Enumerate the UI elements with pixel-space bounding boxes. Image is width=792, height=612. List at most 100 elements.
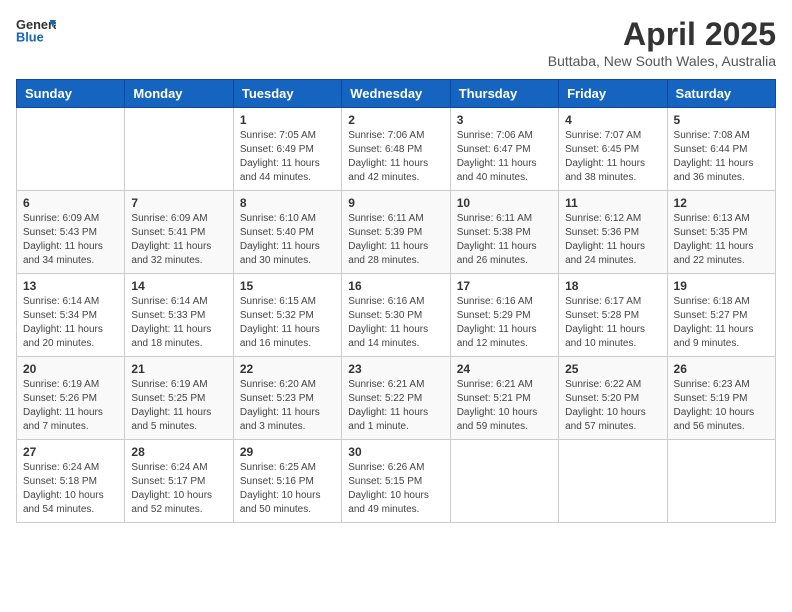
day-info: Sunrise: 6:21 AM Sunset: 5:22 PM Dayligh… <box>348 378 443 434</box>
day-number: 23 <box>348 362 443 376</box>
day-number: 25 <box>565 362 660 376</box>
svg-text:Blue: Blue <box>16 30 44 44</box>
day-info: Sunrise: 6:19 AM Sunset: 5:25 PM Dayligh… <box>131 378 226 434</box>
day-info: Sunrise: 6:10 AM Sunset: 5:40 PM Dayligh… <box>240 212 335 268</box>
day-info: Sunrise: 7:07 AM Sunset: 6:45 PM Dayligh… <box>565 129 660 185</box>
calendar-cell: 25 Sunrise: 6:22 AM Sunset: 5:20 PM Dayli… <box>559 357 667 440</box>
calendar-cell: 8 Sunrise: 6:10 AM Sunset: 5:40 PM Daylig… <box>233 191 341 274</box>
day-info: Sunrise: 6:26 AM Sunset: 5:15 PM Dayligh… <box>348 461 443 517</box>
day-number: 28 <box>131 445 226 459</box>
day-info: Sunrise: 6:23 AM Sunset: 5:19 PM Dayligh… <box>674 378 769 434</box>
day-info: Sunrise: 6:24 AM Sunset: 5:17 PM Dayligh… <box>131 461 226 517</box>
calendar-cell: 7Sunrise: 6:09 AM Sunset: 5:41 PM Daylig… <box>125 191 233 274</box>
day-number: 15 <box>240 279 335 293</box>
calendar-table: SundayMondayTuesdayWednesdayThursdayFrid… <box>16 79 776 523</box>
day-info: Sunrise: 7:05 AM Sunset: 6:49 PM Dayligh… <box>240 129 335 185</box>
calendar-cell: 11 Sunrise: 6:12 AM Sunset: 5:36 PM Dayli… <box>559 191 667 274</box>
calendar-week-row: 6Sunrise: 6:09 AM Sunset: 5:43 PM Daylig… <box>17 191 776 274</box>
day-number: 13 <box>23 279 118 293</box>
day-info: Sunrise: 6:22 AM Sunset: 5:20 PM Dayligh… <box>565 378 660 434</box>
calendar-cell: 27Sunrise: 6:24 AM Sunset: 5:18 PM Dayli… <box>17 440 125 523</box>
day-number: 8 <box>240 196 335 210</box>
calendar-week-row: 13 Sunrise: 6:14 AM Sunset: 5:34 PM Dayli… <box>17 274 776 357</box>
calendar-cell: 14 Sunrise: 6:14 AM Sunset: 5:33 PM Dayli… <box>125 274 233 357</box>
day-number: 1 <box>240 113 335 127</box>
calendar-cell: 26 Sunrise: 6:23 AM Sunset: 5:19 PM Dayli… <box>667 357 775 440</box>
day-info: Sunrise: 6:12 AM Sunset: 5:36 PM Dayligh… <box>565 212 660 268</box>
logo-icon: General Blue <box>16 16 56 44</box>
calendar-cell: 23 Sunrise: 6:21 AM Sunset: 5:22 PM Dayli… <box>342 357 450 440</box>
day-info: Sunrise: 6:20 AM Sunset: 5:23 PM Dayligh… <box>240 378 335 434</box>
calendar-header-row: SundayMondayTuesdayWednesdayThursdayFrid… <box>17 80 776 108</box>
day-info: Sunrise: 7:06 AM Sunset: 6:47 PM Dayligh… <box>457 129 552 185</box>
calendar-cell: 13 Sunrise: 6:14 AM Sunset: 5:34 PM Dayli… <box>17 274 125 357</box>
day-info: Sunrise: 6:11 AM Sunset: 5:38 PM Dayligh… <box>457 212 552 268</box>
day-number: 7 <box>131 196 226 210</box>
calendar-cell: 6Sunrise: 6:09 AM Sunset: 5:43 PM Daylig… <box>17 191 125 274</box>
calendar-cell: 9 Sunrise: 6:11 AM Sunset: 5:39 PM Daylig… <box>342 191 450 274</box>
day-header-sunday: Sunday <box>17 80 125 108</box>
day-number: 22 <box>240 362 335 376</box>
day-number: 30 <box>348 445 443 459</box>
day-info: Sunrise: 7:08 AM Sunset: 6:44 PM Dayligh… <box>674 129 769 185</box>
day-number: 18 <box>565 279 660 293</box>
day-number: 5 <box>674 113 769 127</box>
day-number: 20 <box>23 362 118 376</box>
day-number: 6 <box>23 196 118 210</box>
day-number: 11 <box>565 196 660 210</box>
calendar-cell: 29Sunrise: 6:25 AM Sunset: 5:16 PM Dayli… <box>233 440 341 523</box>
calendar-cell: 19 Sunrise: 6:18 AM Sunset: 5:27 PM Dayli… <box>667 274 775 357</box>
calendar-cell: 10 Sunrise: 6:11 AM Sunset: 5:38 PM Dayli… <box>450 191 558 274</box>
calendar-week-row: 27Sunrise: 6:24 AM Sunset: 5:18 PM Dayli… <box>17 440 776 523</box>
month-year: April 2025 <box>548 16 776 53</box>
day-header-saturday: Saturday <box>667 80 775 108</box>
day-number: 4 <box>565 113 660 127</box>
day-number: 2 <box>348 113 443 127</box>
day-info: Sunrise: 6:19 AM Sunset: 5:26 PM Dayligh… <box>23 378 118 434</box>
day-number: 9 <box>348 196 443 210</box>
day-number: 26 <box>674 362 769 376</box>
day-header-tuesday: Tuesday <box>233 80 341 108</box>
day-number: 12 <box>674 196 769 210</box>
calendar-cell: 28 Sunrise: 6:24 AM Sunset: 5:17 PM Dayli… <box>125 440 233 523</box>
day-header-monday: Monday <box>125 80 233 108</box>
day-info: Sunrise: 6:21 AM Sunset: 5:21 PM Dayligh… <box>457 378 552 434</box>
day-info: Sunrise: 6:14 AM Sunset: 5:34 PM Dayligh… <box>23 295 118 351</box>
calendar-cell <box>667 440 775 523</box>
page-header: General Blue April 2025 Buttaba, New Sou… <box>16 16 776 69</box>
day-info: Sunrise: 6:18 AM Sunset: 5:27 PM Dayligh… <box>674 295 769 351</box>
day-header-wednesday: Wednesday <box>342 80 450 108</box>
day-number: 19 <box>674 279 769 293</box>
calendar-cell: 24 Sunrise: 6:21 AM Sunset: 5:21 PM Dayli… <box>450 357 558 440</box>
calendar-cell: 18 Sunrise: 6:17 AM Sunset: 5:28 PM Dayli… <box>559 274 667 357</box>
day-number: 24 <box>457 362 552 376</box>
day-number: 17 <box>457 279 552 293</box>
day-info: Sunrise: 6:25 AM Sunset: 5:16 PM Dayligh… <box>240 461 335 517</box>
day-number: 14 <box>131 279 226 293</box>
day-info: Sunrise: 7:06 AM Sunset: 6:48 PM Dayligh… <box>348 129 443 185</box>
calendar-cell <box>17 108 125 191</box>
calendar-cell: 2 Sunrise: 7:06 AM Sunset: 6:48 PM Daylig… <box>342 108 450 191</box>
day-info: Sunrise: 6:16 AM Sunset: 5:30 PM Dayligh… <box>348 295 443 351</box>
day-info: Sunrise: 6:14 AM Sunset: 5:33 PM Dayligh… <box>131 295 226 351</box>
logo: General Blue <box>16 16 56 44</box>
day-number: 21 <box>131 362 226 376</box>
day-number: 3 <box>457 113 552 127</box>
day-number: 10 <box>457 196 552 210</box>
calendar-cell: 30 Sunrise: 6:26 AM Sunset: 5:15 PM Dayli… <box>342 440 450 523</box>
day-header-friday: Friday <box>559 80 667 108</box>
day-info: Sunrise: 6:15 AM Sunset: 5:32 PM Dayligh… <box>240 295 335 351</box>
day-info: Sunrise: 6:24 AM Sunset: 5:18 PM Dayligh… <box>23 461 118 517</box>
calendar-week-row: 1 Sunrise: 7:05 AM Sunset: 6:49 PM Daylig… <box>17 108 776 191</box>
calendar-week-row: 20 Sunrise: 6:19 AM Sunset: 5:26 PM Dayli… <box>17 357 776 440</box>
calendar-cell <box>559 440 667 523</box>
calendar-cell: 4 Sunrise: 7:07 AM Sunset: 6:45 PM Daylig… <box>559 108 667 191</box>
calendar-cell: 5 Sunrise: 7:08 AM Sunset: 6:44 PM Daylig… <box>667 108 775 191</box>
day-number: 16 <box>348 279 443 293</box>
title-block: April 2025 Buttaba, New South Wales, Aus… <box>548 16 776 69</box>
calendar-cell: 1 Sunrise: 7:05 AM Sunset: 6:49 PM Daylig… <box>233 108 341 191</box>
day-info: Sunrise: 6:11 AM Sunset: 5:39 PM Dayligh… <box>348 212 443 268</box>
day-info: Sunrise: 6:13 AM Sunset: 5:35 PM Dayligh… <box>674 212 769 268</box>
day-info: Sunrise: 6:17 AM Sunset: 5:28 PM Dayligh… <box>565 295 660 351</box>
calendar-cell: 20 Sunrise: 6:19 AM Sunset: 5:26 PM Dayli… <box>17 357 125 440</box>
